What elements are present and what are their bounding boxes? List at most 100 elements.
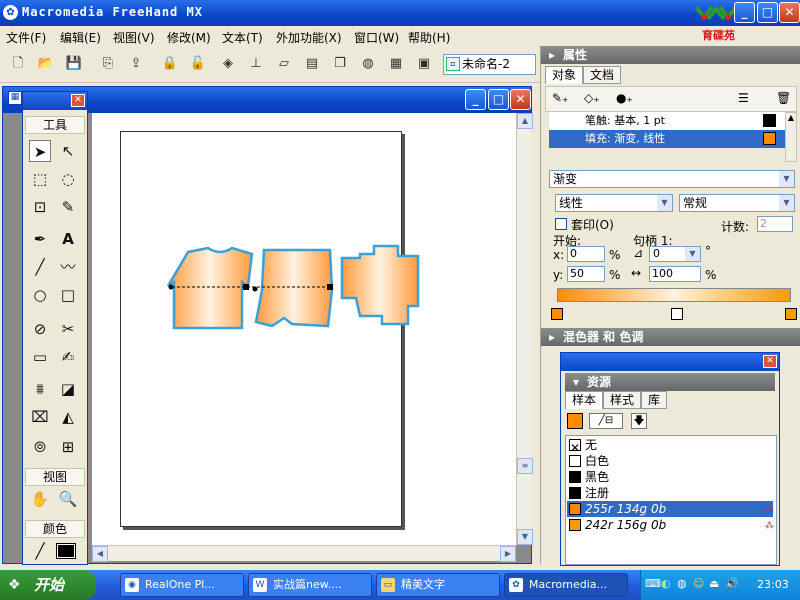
envelope-tool-icon[interactable]: ⌧ [29, 406, 51, 428]
open-folder-icon[interactable]: 📂 [36, 54, 56, 74]
security-icon[interactable]: ◍ [677, 577, 687, 590]
eyedropper-tool-icon[interactable]: ✎ [57, 196, 79, 218]
task-realone[interactable]: ◉ RealOne Pl... [120, 573, 244, 597]
tab-library[interactable]: 库 [641, 391, 668, 409]
close-button[interactable]: ✕ [779, 2, 800, 23]
save-icon[interactable]: 💾 [64, 54, 84, 74]
y-input[interactable]: 50 [567, 266, 605, 282]
gradient-handle[interactable] [327, 284, 333, 290]
tools-close-icon[interactable]: ✕ [71, 94, 85, 107]
stroke-fill-toggle-icon[interactable]: ╱⊟ [589, 413, 623, 429]
eraser-tool-icon[interactable]: ▭ [29, 346, 51, 368]
stroke-color-icon[interactable]: ╱ [29, 540, 51, 562]
doc-maximize-button[interactable]: □ [488, 89, 509, 110]
scroll-left-icon[interactable]: ◀ [92, 546, 108, 562]
arrow-down-icon[interactable]: 🡇 [631, 413, 647, 429]
resources-panel-titlebar[interactable] [561, 353, 779, 371]
doc-close-button[interactable]: ✕ [510, 89, 531, 110]
tab-styles[interactable]: 样式 [603, 391, 642, 409]
overprint-checkbox[interactable] [555, 218, 567, 230]
pen-tool-icon[interactable]: ✒ [29, 228, 51, 250]
unlock-icon[interactable]: 🔓 [188, 54, 208, 74]
page-tool-icon[interactable]: ⬚ [29, 168, 51, 190]
properties-panel-header[interactable]: 属性 [541, 46, 800, 64]
grid-icon[interactable]: ▦ [386, 54, 406, 74]
subselect-tool-icon[interactable]: ↖ [57, 140, 79, 162]
volume-icon[interactable]: 🔊 [725, 577, 739, 590]
document-selector[interactable]: ▫ 未命名-2 [443, 54, 536, 75]
shirt-shape[interactable] [166, 246, 254, 330]
rectangle-tool-icon[interactable]: □ [57, 284, 79, 306]
tab-object[interactable]: 对象 [545, 66, 584, 84]
fill-color-button[interactable] [567, 413, 583, 429]
gradient-shapes[interactable] [160, 240, 430, 340]
knife-tool-icon[interactable]: ✂ [57, 318, 79, 340]
resources-header[interactable]: ▾ 资源 [565, 373, 775, 391]
pants-shape[interactable] [254, 248, 334, 328]
x-input[interactable]: 0 [567, 246, 605, 262]
menu-text[interactable]: 文本(T) [222, 29, 263, 46]
import-icon[interactable]: ⎘ [98, 54, 118, 74]
lasso-tool-icon[interactable]: ◌ [57, 168, 79, 190]
vertical-scrollbar[interactable]: ▲ ≡ ▼ [516, 113, 533, 545]
line-tool-icon[interactable]: ╱ [29, 256, 51, 278]
delete-icon[interactable]: 🗑 [776, 91, 791, 105]
add-fill-icon[interactable]: ◇₊ [584, 91, 600, 105]
cross-shape[interactable] [340, 244, 420, 326]
length-input[interactable]: 100 [649, 266, 701, 282]
gradient-mid-stop[interactable] [671, 308, 683, 320]
property-list-scrollbar[interactable]: ▲ [785, 112, 797, 162]
swatch-registration[interactable]: 注册 [567, 485, 773, 501]
menu-xtras[interactable]: 外加功能(X) [276, 29, 342, 46]
scroll-right-icon[interactable]: ▶ [500, 546, 516, 562]
menu-edit[interactable]: 编辑(E) [60, 29, 101, 46]
chart-tool-icon[interactable]: ⊞ [57, 436, 79, 458]
align-icon[interactable]: ⊥ [246, 54, 266, 74]
pointer-tool-icon[interactable]: ➤ [29, 140, 51, 162]
add-stroke-icon[interactable]: ✎₊ [552, 91, 568, 105]
swatch-none[interactable]: ✕ 无 [567, 437, 773, 455]
swatch-black[interactable]: 黑色 [567, 469, 773, 485]
horizontal-scrollbar[interactable]: ◀ ▶ [92, 545, 516, 562]
connector-tool-icon[interactable]: ⦾ [29, 436, 51, 458]
library-icon[interactable]: ▤ [302, 54, 322, 74]
trace-tool-icon[interactable]: ⊘ [29, 318, 51, 340]
group-icon[interactable]: ◈ [218, 54, 238, 74]
start-button[interactable]: ❖ 开始 [0, 570, 96, 600]
lock-icon[interactable]: 🔒 [160, 54, 180, 74]
shadow-tool-icon[interactable]: ◭ [57, 406, 79, 428]
ime-icon[interactable]: ⏏ [709, 577, 719, 590]
resources-close-icon[interactable]: ✕ [763, 355, 777, 368]
zoom-tool-icon[interactable]: 🔍 [57, 488, 79, 510]
duplicate-icon[interactable]: ☰ [738, 91, 749, 105]
fill-type-dropdown[interactable]: 渐变 ▼ [549, 170, 795, 188]
menu-view[interactable]: 视图(V) [113, 29, 155, 46]
doc-minimize-button[interactable]: _ [465, 89, 486, 110]
stroke-row[interactable]: 笔触: 基本, 1 pt [549, 112, 785, 130]
gradient-start-stop[interactable] [551, 308, 563, 320]
mixer-panel-header[interactable]: 混色器 和 色调 [541, 328, 800, 346]
gradient-ramp[interactable] [557, 288, 791, 302]
swatch-orange-1[interactable]: 255r 134g 0b [567, 501, 773, 517]
menu-file[interactable]: 文件(F) [6, 29, 46, 46]
menu-modify[interactable]: 修改(M) [167, 29, 211, 46]
tab-document[interactable]: 文档 [583, 66, 622, 84]
extrude-tool-icon[interactable]: ◪ [57, 378, 79, 400]
task-folder[interactable]: ▭ 精美文字 [376, 573, 500, 597]
gradient-end-stop[interactable] [785, 308, 797, 320]
gradient-handle[interactable] [243, 284, 249, 290]
gradient-type-dropdown[interactable]: 线性 ▼ [555, 194, 673, 212]
swatch-orange-2[interactable]: 242r 156g 0b [567, 517, 773, 533]
freehand-app-icon[interactable]: ✿ [3, 5, 18, 20]
scroll-thumb[interactable]: ≡ [517, 458, 533, 474]
keyboard-icon[interactable]: ⌨ [645, 577, 661, 590]
freeform-tool-icon[interactable]: 〰 [57, 256, 79, 278]
ellipse-tool-icon[interactable]: ○ [29, 284, 51, 306]
export-icon[interactable]: ⇪ [126, 54, 146, 74]
brush-tool-icon[interactable]: ✍ [57, 346, 79, 368]
hand-tool-icon[interactable]: ✋ [29, 488, 51, 510]
scroll-down-icon[interactable]: ▼ [517, 529, 533, 545]
swatches-icon[interactable]: ◍ [358, 54, 378, 74]
transform-icon[interactable]: ▱ [274, 54, 294, 74]
fill-swatch[interactable] [763, 132, 776, 145]
